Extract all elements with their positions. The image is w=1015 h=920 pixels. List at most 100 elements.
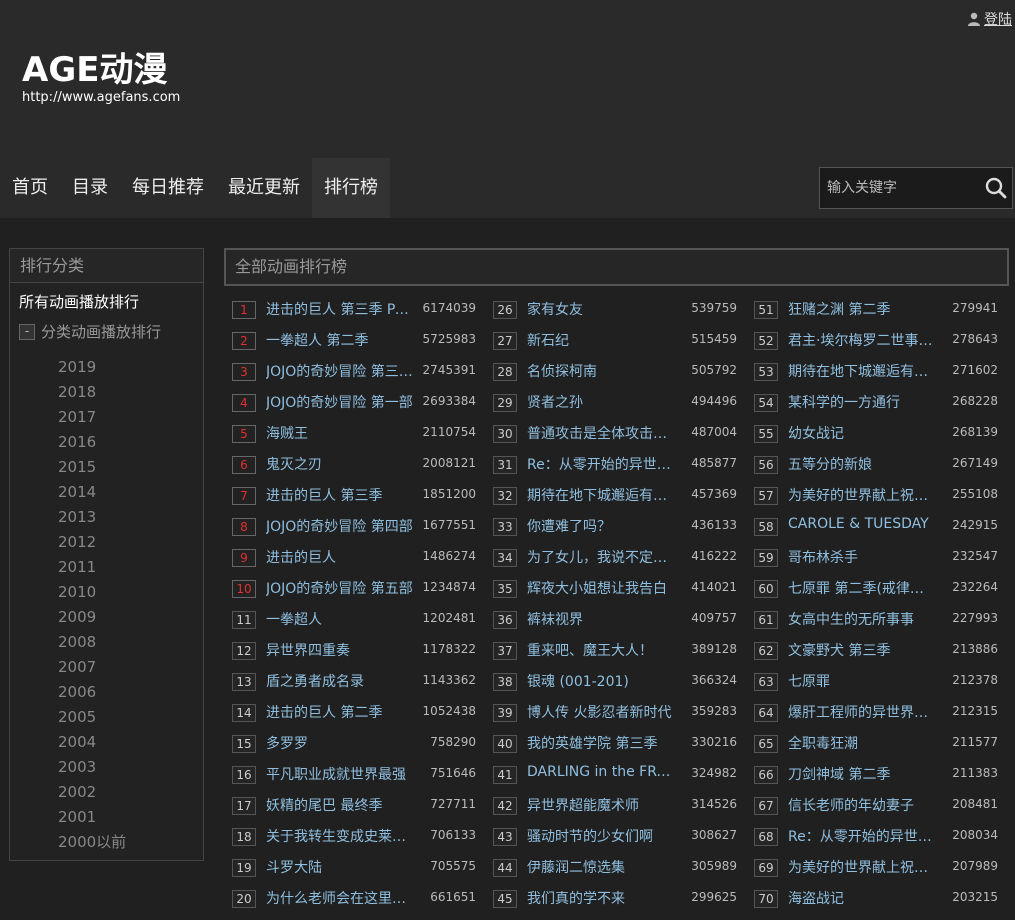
ranking-row[interactable]: 45 我们真的学不来 299625 xyxy=(487,883,737,914)
anime-title-link[interactable]: 伊藤润二惊选集 xyxy=(527,857,675,877)
sidebar-year-item[interactable]: 2018 xyxy=(58,380,126,405)
ranking-row[interactable]: 54 某科学的一方通行 268228 xyxy=(748,387,998,418)
anime-title-link[interactable]: 为美好的世界献上祝福！ xyxy=(788,485,936,505)
search-icon[interactable] xyxy=(984,176,1008,200)
anime-title-link[interactable]: 爆肝工程师的异世界狂想曲 xyxy=(788,702,936,722)
ranking-row[interactable]: 38 银魂 (001-201) 366324 xyxy=(487,666,737,697)
anime-title-link[interactable]: 君主·埃尔梅罗二世事件簿 xyxy=(788,330,936,350)
anime-title-link[interactable]: 一拳超人 xyxy=(266,609,414,629)
anime-title-link[interactable]: JOJO的奇妙冒险 第四部 xyxy=(266,516,414,536)
sidebar-item-category[interactable]: - 分类动画播放排行 xyxy=(19,321,161,342)
sidebar-year-item[interactable]: 2019 xyxy=(58,355,126,380)
sidebar-year-item[interactable]: 2015 xyxy=(58,455,126,480)
sidebar-year-item[interactable]: 2010 xyxy=(58,580,126,605)
ranking-row[interactable]: 28 名侦探柯南 505792 xyxy=(487,356,737,387)
sidebar-category-label[interactable]: 分类动画播放排行 xyxy=(41,321,161,342)
anime-title-link[interactable]: Re：从零开始的异世界生活 xyxy=(527,454,675,474)
anime-title-link[interactable]: 进击的巨人 第二季 xyxy=(266,702,414,722)
anime-title-link[interactable]: 异世界四重奏 xyxy=(266,640,414,660)
ranking-row[interactable]: 34 为了女儿，我说不定连魔王都能干掉 416222 xyxy=(487,542,737,573)
nav-daily-recommend[interactable]: 每日推荐 xyxy=(120,158,216,218)
anime-title-link[interactable]: 幼女战记 xyxy=(788,423,936,443)
anime-title-link[interactable]: 为美好的世界献上祝福！2 xyxy=(788,857,936,877)
ranking-row[interactable]: 52 君主·埃尔梅罗二世事件簿 278643 xyxy=(748,325,998,356)
sidebar-year-item[interactable]: 2007 xyxy=(58,655,126,680)
site-logo[interactable]: AGE动漫 xyxy=(22,42,167,91)
ranking-row[interactable]: 32 期待在地下城邂逅有错吗 457369 xyxy=(487,480,737,511)
anime-title-link[interactable]: 我们真的学不来 xyxy=(527,888,675,908)
anime-title-link[interactable]: JOJO的奇妙冒险 第一部 xyxy=(266,392,414,412)
ranking-row[interactable]: 17 妖精的尾巴 最终季 727711 xyxy=(226,790,476,821)
ranking-row[interactable]: 6 鬼灭之刃 2008121 xyxy=(226,449,476,480)
ranking-row[interactable]: 5 海贼王 2110754 xyxy=(226,418,476,449)
login-label[interactable]: 登陆 xyxy=(984,9,1012,29)
sidebar-year-item[interactable]: 2012 xyxy=(58,530,126,555)
sidebar-year-item[interactable]: 2002 xyxy=(58,780,126,805)
sidebar-year-item[interactable]: 2004 xyxy=(58,730,126,755)
sidebar-year-item[interactable]: 2016 xyxy=(58,430,126,455)
ranking-row[interactable]: 44 伊藤润二惊选集 305989 xyxy=(487,852,737,883)
sidebar-year-item[interactable]: 2017 xyxy=(58,405,126,430)
ranking-row[interactable]: 18 关于我转生变成史莱姆这档事 706133 xyxy=(226,821,476,852)
ranking-row[interactable]: 8 JOJO的奇妙冒险 第四部 1677551 xyxy=(226,511,476,542)
ranking-row[interactable]: 69 为美好的世界献上祝福！2 207989 xyxy=(748,852,998,883)
ranking-row[interactable]: 56 五等分的新娘 267149 xyxy=(748,449,998,480)
anime-title-link[interactable]: 女高中生的无所事事 xyxy=(788,609,936,629)
anime-title-link[interactable]: 裤袜视界 xyxy=(527,609,675,629)
sidebar-year-item[interactable]: 2009 xyxy=(58,605,126,630)
ranking-row[interactable]: 37 重来吧、魔王大人！ 389128 xyxy=(487,635,737,666)
sidebar-year-item[interactable]: 2014 xyxy=(58,480,126,505)
anime-title-link[interactable]: 多罗罗 xyxy=(266,733,414,753)
nav-rankings[interactable]: 排行榜 xyxy=(312,158,390,218)
nav-home[interactable]: 首页 xyxy=(0,158,60,218)
anime-title-link[interactable]: 海贼王 xyxy=(266,423,414,443)
anime-title-link[interactable]: 海盗战记 xyxy=(788,888,936,908)
anime-title-link[interactable]: 七原罪 xyxy=(788,671,936,691)
sidebar-item-all[interactable]: 所有动画播放排行 xyxy=(19,291,139,312)
anime-title-link[interactable]: 普通攻击是全体攻击而且能二次攻击的妈妈你喜欢吗？ xyxy=(527,423,675,443)
ranking-row[interactable]: 33 你遭难了吗？ 436133 xyxy=(487,511,737,542)
ranking-row[interactable]: 39 博人传 火影忍者新时代 359283 xyxy=(487,697,737,728)
ranking-row[interactable]: 57 为美好的世界献上祝福！ 255108 xyxy=(748,480,998,511)
ranking-row[interactable]: 27 新石纪 515459 xyxy=(487,325,737,356)
anime-title-link[interactable]: 博人传 火影忍者新时代 xyxy=(527,702,675,722)
sidebar-year-item[interactable]: 2011 xyxy=(58,555,126,580)
sidebar-year-item[interactable]: 2003 xyxy=(58,755,126,780)
anime-title-link[interactable]: 我的英雄学院 第三季 xyxy=(527,733,675,753)
anime-title-link[interactable]: 盾之勇者成名录 xyxy=(266,671,414,691)
anime-title-link[interactable]: 七原罪 第二季(戒律的复活) xyxy=(788,578,936,598)
ranking-row[interactable]: 60 七原罪 第二季(戒律的复活) 232264 xyxy=(748,573,998,604)
anime-title-link[interactable]: 鬼灭之刃 xyxy=(266,454,414,474)
ranking-row[interactable]: 35 辉夜大小姐想让我告白 414021 xyxy=(487,573,737,604)
anime-title-link[interactable]: 家有女友 xyxy=(527,299,675,319)
anime-title-link[interactable]: 刀剑神域 第二季 xyxy=(788,764,936,784)
ranking-row[interactable]: 68 Re：从零开始的异世界生活 208034 xyxy=(748,821,998,852)
ranking-row[interactable]: 61 女高中生的无所事事 227993 xyxy=(748,604,998,635)
anime-title-link[interactable]: 进击的巨人 xyxy=(266,547,414,567)
anime-title-link[interactable]: 贤者之孙 xyxy=(527,392,675,412)
ranking-row[interactable]: 9 进击的巨人 1486274 xyxy=(226,542,476,573)
anime-title-link[interactable]: 某科学的一方通行 xyxy=(788,392,936,412)
anime-title-link[interactable]: JOJO的奇妙冒险 第五部 xyxy=(266,578,414,598)
anime-title-link[interactable]: 进击的巨人 第三季 xyxy=(266,485,414,505)
ranking-row[interactable]: 3 JOJO的奇妙冒险 第三部 星尘斗士 2745391 xyxy=(226,356,476,387)
sidebar-year-item[interactable]: 2000以前 xyxy=(58,830,126,855)
ranking-row[interactable]: 31 Re：从零开始的异世界生活 485877 xyxy=(487,449,737,480)
nav-recent-updates[interactable]: 最近更新 xyxy=(216,158,312,218)
ranking-row[interactable]: 63 七原罪 212378 xyxy=(748,666,998,697)
search-input[interactable] xyxy=(820,168,977,208)
ranking-row[interactable]: 59 哥布林杀手 232547 xyxy=(748,542,998,573)
anime-title-link[interactable]: 一拳超人 第二季 xyxy=(266,330,414,350)
anime-title-link[interactable]: 关于我转生变成史莱姆这档事 xyxy=(266,826,414,846)
ranking-row[interactable]: 53 期待在地下城邂逅有错吗 271602 xyxy=(748,356,998,387)
ranking-row[interactable]: 58 CAROLE & TUESDAY 242915 xyxy=(748,511,998,542)
anime-title-link[interactable]: 信长老师的年幼妻子 xyxy=(788,795,936,815)
ranking-row[interactable]: 64 爆肝工程师的异世界狂想曲 212315 xyxy=(748,697,998,728)
ranking-row[interactable]: 29 贤者之孙 494496 xyxy=(487,387,737,418)
ranking-row[interactable]: 2 一拳超人 第二季 5725983 xyxy=(226,325,476,356)
ranking-row[interactable]: 40 我的英雄学院 第三季 330216 xyxy=(487,728,737,759)
anime-title-link[interactable]: 平凡职业成就世界最强 xyxy=(266,764,414,784)
anime-title-link[interactable]: 新石纪 xyxy=(527,330,675,350)
anime-title-link[interactable]: 妖精的尾巴 最终季 xyxy=(266,795,414,815)
anime-title-link[interactable]: 期待在地下城邂逅有错吗 xyxy=(527,485,675,505)
